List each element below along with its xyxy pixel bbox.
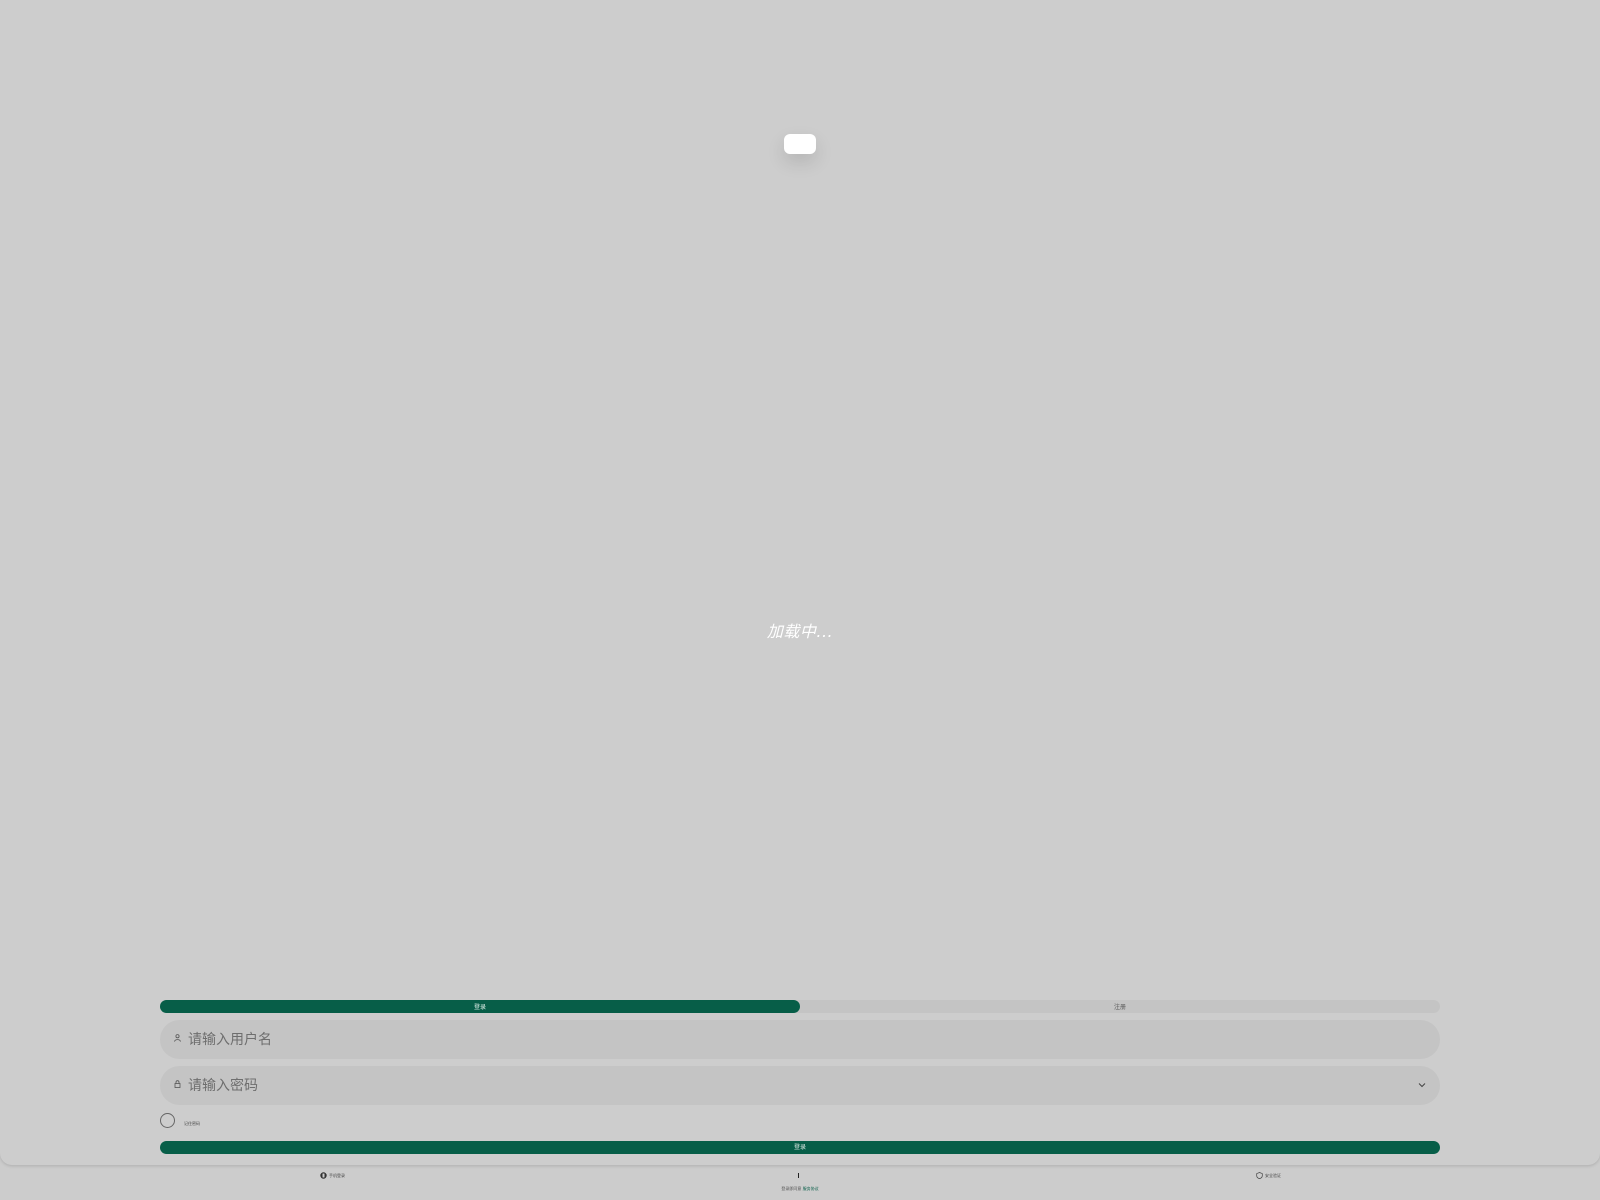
footer-divider (798, 1173, 799, 1178)
phone-icon (320, 1172, 327, 1179)
auth-tabs: 登录 注册 (160, 1000, 1440, 1013)
user-icon (172, 1034, 182, 1045)
remember-label: 记住密码 (184, 1120, 200, 1126)
username-input[interactable] (186, 1030, 1428, 1049)
logo-placeholder (784, 134, 816, 154)
login-card: 加载中... 登录 注册 记住密码 登录 (0, 0, 1600, 1165)
remember-password[interactable]: 记住密码 (160, 1113, 200, 1128)
remember-radio[interactable] (160, 1113, 175, 1128)
agreement-link[interactable]: 服务协议 (803, 1186, 819, 1191)
lock-icon (172, 1080, 182, 1091)
shield-icon (1256, 1172, 1263, 1179)
login-button[interactable]: 登录 (160, 1141, 1440, 1154)
footer-left-label: 手机登录 (329, 1172, 345, 1178)
footer-phone-login[interactable]: 手机登录 (320, 1172, 345, 1179)
agreement-prefix: 登录即同意 (781, 1186, 802, 1191)
chevron-down-icon[interactable] (1416, 1081, 1428, 1091)
footer-security[interactable]: 安全验证 (1256, 1172, 1281, 1179)
username-field[interactable] (160, 1020, 1440, 1059)
password-field[interactable] (160, 1066, 1440, 1105)
password-input[interactable] (186, 1076, 1416, 1095)
loading-text: 加载中... (766, 622, 834, 641)
footer-right-label: 安全验证 (1265, 1172, 1281, 1178)
agreement-text: 登录即同意 服务协议 (0, 1186, 1600, 1192)
tab-login[interactable]: 登录 (160, 1000, 800, 1013)
tab-register[interactable]: 注册 (800, 1000, 1440, 1013)
